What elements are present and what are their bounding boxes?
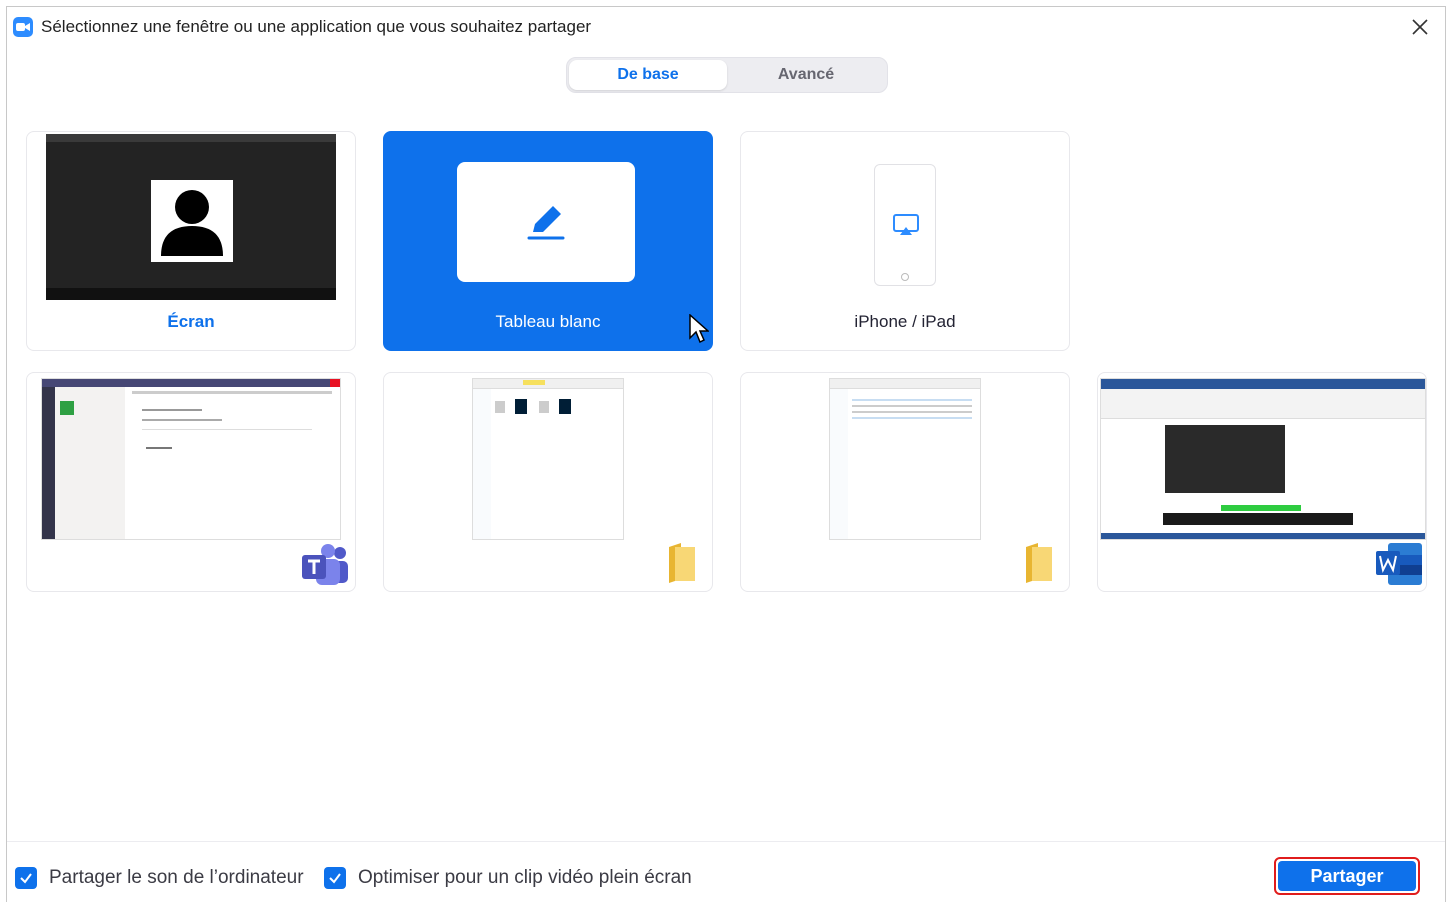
footer-divider: [7, 841, 1445, 842]
mouse-cursor-icon: [689, 314, 709, 344]
share-mode-tabs: De base Avancé: [566, 57, 888, 93]
window-thumbnail: [829, 378, 981, 540]
window-file-explorer-2[interactable]: [740, 372, 1070, 592]
checkmark-icon: [15, 867, 37, 889]
word-icon: [1376, 543, 1422, 585]
window-word[interactable]: [1097, 372, 1427, 592]
avatar-icon: [151, 180, 233, 262]
pencil-icon: [527, 206, 565, 240]
share-option-whiteboard[interactable]: Tableau blanc: [383, 131, 713, 351]
optimize-video-checkbox[interactable]: Optimiser pour un clip vidéo plein écran: [324, 867, 692, 889]
window-thumbnail: [1100, 378, 1426, 540]
screen-preview: [46, 134, 336, 300]
share-option-iphone-ipad[interactable]: iPhone / iPad: [740, 131, 1070, 351]
window-thumbnail: [41, 378, 341, 540]
window-title: Sélectionnez une fenêtre ou une applicat…: [41, 17, 592, 36]
share-sound-checkbox[interactable]: Partager le son de l’ordinateur: [15, 867, 304, 889]
share-option-label: iPhone / iPad: [854, 312, 956, 331]
title-bar: Sélectionnez une fenêtre ou une applicat…: [7, 7, 1445, 47]
folder-icon: [1026, 543, 1052, 583]
home-button-icon: [901, 273, 909, 281]
teams-icon: [302, 544, 348, 585]
share-button[interactable]: Partager: [1274, 857, 1420, 895]
share-sound-label: Partager le son de l’ordinateur: [49, 867, 304, 888]
zoom-camera-icon: [13, 17, 33, 37]
folder-icon: [669, 543, 695, 583]
phone-preview: [874, 164, 936, 286]
window-thumbnail: [472, 378, 624, 540]
checkmark-icon: [324, 867, 346, 889]
airplay-icon: [893, 214, 919, 235]
share-screen-dialog: Sélectionnez une fenêtre ou une applicat…: [6, 6, 1446, 902]
share-option-screen[interactable]: Écran: [26, 131, 356, 351]
share-button-label: Partager: [1278, 861, 1416, 891]
tab-advanced[interactable]: Avancé: [727, 60, 885, 90]
tab-basic[interactable]: De base: [569, 60, 727, 90]
share-option-label: Tableau blanc: [495, 312, 601, 331]
window-file-explorer-1[interactable]: [383, 372, 713, 592]
optimize-video-label: Optimiser pour un clip vidéo plein écran: [358, 867, 692, 888]
close-icon[interactable]: [1409, 16, 1431, 38]
screen-preview-taskbar: [46, 134, 336, 142]
screen-preview-toolbar: [46, 288, 336, 300]
whiteboard-preview: [457, 162, 635, 282]
share-option-label: Écran: [167, 312, 215, 331]
window-teams[interactable]: [26, 372, 356, 592]
